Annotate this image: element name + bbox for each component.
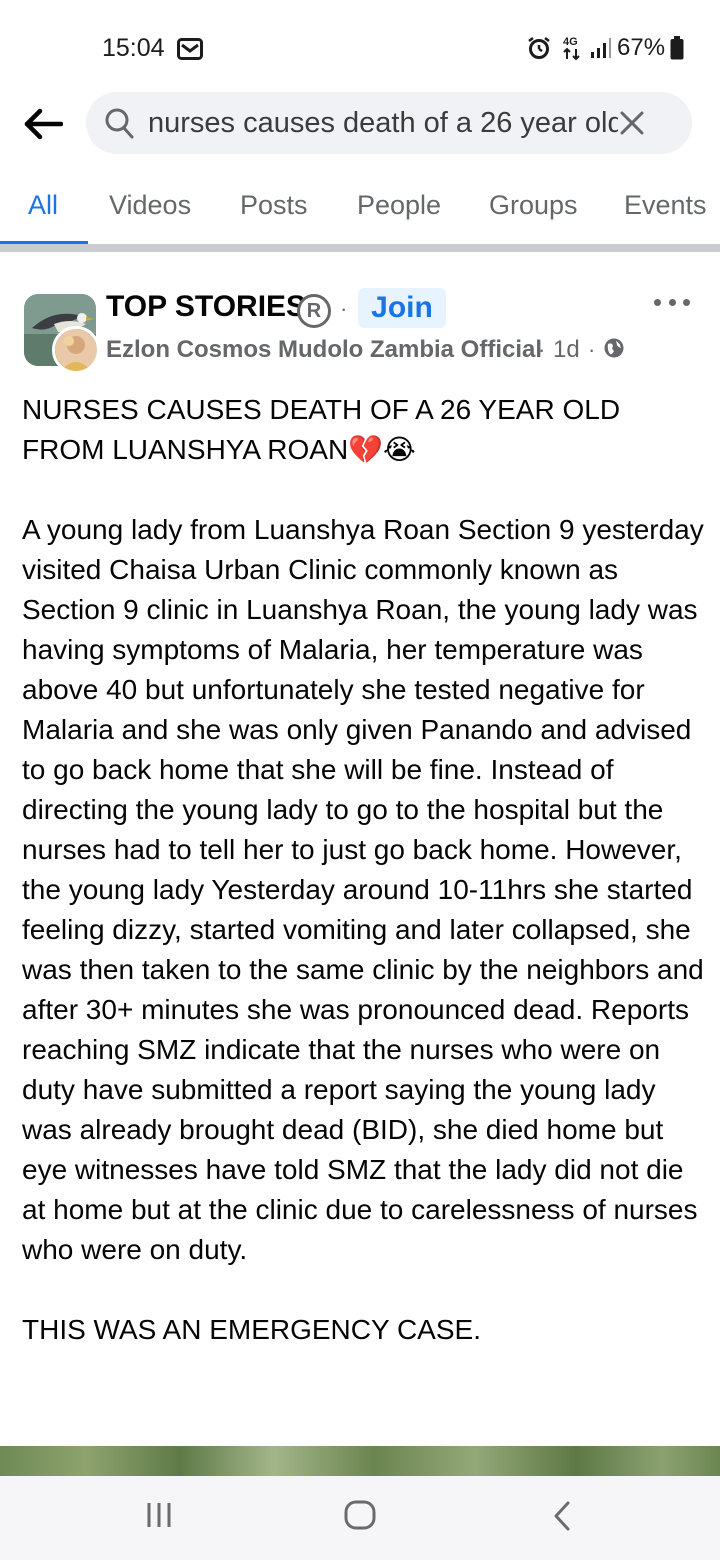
battery-icon (670, 36, 684, 65)
tabs-divider (0, 244, 720, 252)
tab-events[interactable]: Events (624, 190, 707, 221)
post-footer: THIS WAS AN EMERGENCY CASE. (22, 1314, 481, 1345)
search-input[interactable] (148, 92, 618, 154)
post-body: A young lady from Luanshya Roan Section … (22, 514, 704, 1265)
separator-dot: · (588, 337, 596, 362)
network-4g-icon: 4G (561, 34, 583, 67)
join-button[interactable]: Join (358, 288, 446, 328)
tab-people[interactable]: People (357, 190, 441, 221)
signal-icon (590, 37, 612, 64)
svg-text:4G: 4G (563, 36, 578, 48)
group-name[interactable]: TOP STORIES (106, 290, 306, 324)
back-arrow-icon (24, 108, 63, 140)
globe-icon (603, 337, 625, 364)
post-author[interactable]: Ezlon Cosmos Mudolo Zambia Official (106, 336, 542, 364)
post-text: NURSES CAUSES DEATH OF A 26 YEAR OLD FRO… (22, 390, 706, 1350)
status-bar: 15:04 4G 67% (0, 0, 720, 92)
more-options-button[interactable] (650, 290, 694, 314)
battery-percentage: 67% (617, 34, 666, 61)
clear-icon[interactable] (618, 109, 646, 142)
dot (654, 298, 661, 306)
back-button[interactable] (20, 104, 66, 144)
navigation-bar (0, 1476, 720, 1560)
post-image[interactable] (0, 1446, 720, 1480)
tab-all[interactable]: All (28, 190, 58, 221)
status-time: 15:04 (102, 34, 165, 62)
author-avatar[interactable] (52, 326, 100, 374)
post-time[interactable]: 1d (553, 336, 580, 364)
dot (668, 298, 676, 306)
registered-icon: R (297, 294, 331, 328)
tab-videos[interactable]: Videos (109, 190, 191, 221)
search-icon (104, 107, 134, 144)
back-icon[interactable] (550, 1500, 574, 1537)
tab-groups[interactable]: Groups (489, 190, 578, 221)
alarm-icon (527, 36, 551, 65)
separator-dot: · (340, 296, 348, 321)
dot (683, 298, 690, 306)
search-result-post: TOP STORIES R · Join Ezlon Cosmos Mudolo… (0, 252, 720, 1480)
search-tabs: All Videos Posts People Groups Events (0, 180, 720, 246)
recents-icon[interactable] (144, 1500, 174, 1535)
mail-icon (177, 38, 203, 65)
home-icon[interactable] (344, 1500, 376, 1535)
search-box[interactable] (86, 92, 692, 154)
separator-dot: · (538, 337, 546, 362)
post-headline: NURSES CAUSES DEATH OF A 26 YEAR OLD FRO… (22, 394, 621, 465)
tab-posts[interactable]: Posts (240, 190, 308, 221)
